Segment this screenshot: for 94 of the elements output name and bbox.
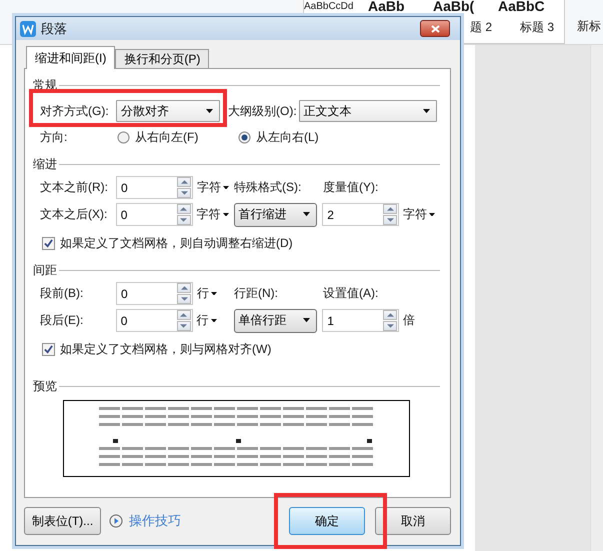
field-label: 设置值(A): (323, 285, 380, 302)
cancel-button[interactable]: 取消 (375, 507, 451, 535)
up-arrow-icon (180, 286, 188, 290)
tab[interactable]: 换行和分页(P) (115, 49, 210, 69)
number-input[interactable]: 0 (117, 180, 175, 196)
field-label: 文本之后(X): (40, 206, 108, 223)
caret-icon (302, 318, 310, 323)
tips-link[interactable]: 操作技巧 (109, 512, 181, 530)
unit-label: 倍 (403, 312, 416, 329)
spin-box[interactable]: 0 (116, 282, 193, 305)
spin-up-button[interactable] (177, 283, 191, 293)
play-icon (109, 514, 123, 528)
spin-up-button[interactable] (176, 204, 191, 214)
number-input[interactable]: 0 (116, 206, 175, 222)
window-title: 段落 (41, 20, 67, 38)
group-title: 缩进 (33, 156, 57, 172)
style-preview[interactable]: AaBbC (498, 0, 562, 13)
dropdown[interactable]: 分散对齐 (116, 100, 220, 122)
dropdown[interactable]: 首行缩进 (234, 202, 317, 226)
spin-up-button[interactable] (177, 177, 191, 187)
tab[interactable]: 缩进和间距(I) (26, 46, 116, 69)
down-arrow-icon (180, 297, 188, 301)
caret-icon (429, 212, 436, 216)
tabs-button[interactable]: 制表位(T)... (24, 507, 101, 535)
close-button[interactable] (420, 20, 450, 37)
caret-icon (223, 186, 229, 190)
field-label: 段后(E): (40, 312, 84, 329)
number-input[interactable]: 0 (117, 286, 175, 302)
style-preview[interactable]: AaBbCcDd (304, 0, 368, 13)
field-label: 行距(N): (234, 285, 279, 302)
style-label: 题 2 (470, 18, 492, 36)
radio-label: 从右向左(F) (135, 128, 198, 146)
spin-down-button[interactable] (177, 294, 191, 304)
field-label: 大纲级别(O): (228, 102, 297, 120)
dropdown[interactable]: 正文文本 (298, 100, 437, 122)
scrollbar[interactable] (590, 45, 603, 551)
spin-up-button[interactable] (383, 204, 398, 214)
number-input[interactable]: 1 (323, 312, 382, 328)
unit-label[interactable]: 字符 (197, 179, 221, 196)
caret-icon (210, 318, 217, 322)
spin-down-button[interactable] (383, 215, 398, 225)
new-style-label: 新标 (577, 18, 601, 35)
group-title: 间距 (33, 262, 57, 278)
field-label: 文本之前(R): (40, 179, 109, 196)
unit-label[interactable]: 行 (197, 285, 209, 302)
up-arrow-icon (180, 207, 188, 211)
spin-down-button[interactable] (176, 215, 191, 225)
field-label: 度量值(Y): (323, 179, 380, 196)
style-preview[interactable]: AaBb (368, 0, 433, 13)
up-arrow-icon (386, 207, 394, 211)
style-preview[interactable]: AaBb( (433, 0, 498, 13)
dropdown[interactable]: 单倍行距 (234, 308, 317, 332)
caret-icon (222, 212, 229, 216)
down-arrow-icon (180, 218, 188, 222)
caret-icon (422, 108, 430, 114)
down-arrow-icon (180, 191, 188, 195)
ok-button[interactable]: 确定 (289, 507, 365, 535)
check-icon (44, 344, 53, 354)
caret-icon (206, 108, 213, 114)
spin-box[interactable]: 1 (322, 309, 400, 332)
field-label: 特殊格式(S): (234, 179, 302, 196)
up-arrow-icon (180, 180, 188, 184)
number-input[interactable]: 2 (323, 206, 382, 222)
radio-button[interactable] (238, 130, 251, 144)
unit-label[interactable]: 行 (196, 312, 209, 329)
spin-box[interactable]: 0 (116, 309, 193, 332)
up-arrow-icon (180, 313, 188, 317)
spin-box[interactable]: 2 (322, 203, 400, 226)
field-label: 对齐方式(G): (40, 102, 110, 120)
down-arrow-icon (386, 324, 394, 328)
caret-icon (302, 212, 310, 217)
group-title: 预览 (33, 378, 57, 394)
check-icon (44, 238, 53, 248)
spin-box[interactable]: 0 (116, 176, 193, 199)
spin-up-button[interactable] (383, 310, 398, 320)
unit-label[interactable]: 字符 (403, 206, 428, 223)
unit-label[interactable]: 字符 (196, 206, 221, 223)
down-arrow-icon (386, 218, 394, 222)
spin-up-button[interactable] (176, 310, 191, 320)
field-label: 方向: (40, 128, 68, 146)
caret-icon (211, 292, 217, 296)
app-logo-icon (20, 20, 36, 36)
close-icon (430, 24, 440, 32)
field-label: 段前(B): (40, 285, 84, 302)
number-input[interactable]: 0 (116, 312, 175, 328)
spin-down-button[interactable] (177, 188, 191, 198)
spin-down-button[interactable] (383, 321, 398, 331)
spin-box[interactable]: 0 (116, 203, 193, 226)
radio-label: 从左向右(L) (256, 128, 319, 146)
radio-button[interactable] (117, 130, 130, 144)
down-arrow-icon (180, 324, 188, 328)
spin-down-button[interactable] (176, 321, 191, 331)
up-arrow-icon (386, 313, 394, 317)
style-label: 标题 3 (520, 18, 554, 36)
